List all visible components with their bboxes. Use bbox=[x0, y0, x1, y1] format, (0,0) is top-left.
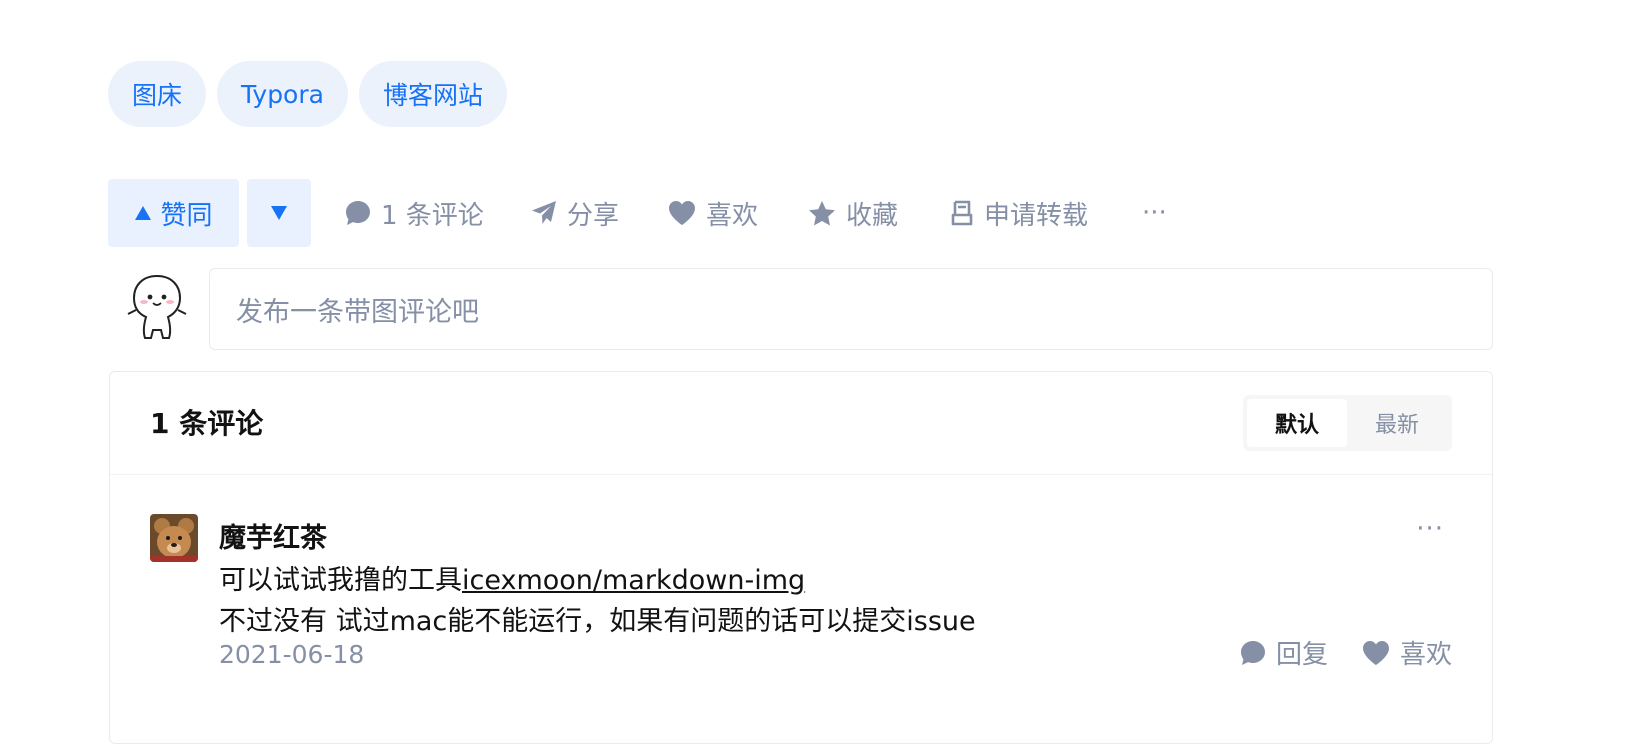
repost-button[interactable]: 申请转载 bbox=[950, 179, 1088, 247]
comment-date: 2021-06-18 bbox=[219, 640, 365, 669]
like-label: 喜欢 bbox=[706, 200, 759, 231]
star-icon bbox=[809, 200, 835, 225]
comment-text-prefix: 可以试试我撸的工具 bbox=[219, 565, 462, 596]
tag-image-hosting[interactable]: 图床 bbox=[108, 61, 207, 127]
collect-button[interactable]: 收藏 bbox=[808, 179, 898, 247]
share-label: 分享 bbox=[567, 200, 620, 231]
comment-bubble-icon bbox=[1240, 640, 1265, 665]
comment-reply-button[interactable]: 回复 bbox=[1240, 634, 1328, 671]
document-icon bbox=[951, 200, 973, 226]
comments-panel-header: 1 条评论 默认 最新 bbox=[110, 372, 1492, 475]
comment-sort-toggle: 默认 最新 bbox=[1243, 395, 1452, 451]
share-button[interactable]: 分享 bbox=[531, 179, 619, 247]
current-user-avatar bbox=[124, 272, 190, 344]
vote-down-button[interactable] bbox=[247, 179, 311, 247]
paper-plane-icon bbox=[532, 201, 556, 224]
triangle-down-icon bbox=[271, 206, 287, 220]
sort-latest-tab[interactable]: 最新 bbox=[1347, 399, 1447, 447]
comment-body: 可以试试我撸的工具icexmoon/markdown-img 不过没有 试过ma… bbox=[219, 560, 976, 642]
commenter-avatar[interactable] bbox=[150, 514, 198, 562]
triangle-up-icon bbox=[135, 206, 152, 220]
more-dots-icon: ··· bbox=[1142, 198, 1167, 228]
comment-like-button[interactable]: 喜欢 bbox=[1362, 634, 1452, 671]
like-button[interactable]: 喜欢 bbox=[668, 179, 758, 247]
comment-line-1: 可以试试我撸的工具icexmoon/markdown-img bbox=[219, 560, 976, 601]
comment-bubble-icon bbox=[346, 201, 370, 225]
heart-icon bbox=[1362, 640, 1389, 665]
action-bar: 赞同 1 条评论 分享 喜欢 收藏 申请转载 ··· bbox=[108, 179, 1208, 247]
vote-up-button[interactable]: 赞同 bbox=[108, 179, 239, 247]
comment-more-button[interactable]: ··· bbox=[1416, 514, 1444, 544]
comment-line-2: 不过没有 试过mac能不能运行，如果有问题的话可以提交issue bbox=[219, 606, 976, 637]
collect-label: 收藏 bbox=[846, 200, 899, 231]
vote-up-label: 赞同 bbox=[160, 200, 213, 231]
comment-repo-link[interactable]: icexmoon/markdown-img bbox=[462, 565, 805, 596]
comments-button[interactable]: 1 条评论 bbox=[345, 179, 484, 247]
more-actions-button[interactable]: ··· bbox=[1142, 179, 1167, 247]
comment-input-placeholder: 发布一条带图评论吧 bbox=[236, 296, 479, 328]
repost-label: 申请转载 bbox=[984, 200, 1089, 231]
comment-input[interactable]: 发布一条带图评论吧 bbox=[209, 268, 1493, 350]
comments-count-title: 1 条评论 bbox=[150, 407, 264, 440]
heart-icon bbox=[669, 201, 695, 225]
tag-blog-site[interactable]: 博客网站 bbox=[358, 61, 507, 127]
comments-label: 1 条评论 bbox=[381, 200, 484, 231]
tag-typora[interactable]: Typora bbox=[217, 61, 348, 127]
reply-label: 回复 bbox=[1275, 640, 1328, 670]
comment-like-label: 喜欢 bbox=[1399, 640, 1452, 670]
comments-panel: 1 条评论 默认 最新 魔芋红茶 ··· 可以试试我撸的工具icexmoon/m… bbox=[109, 371, 1493, 744]
comment-actions: 回复 喜欢 bbox=[1240, 634, 1452, 671]
sort-default-tab[interactable]: 默认 bbox=[1247, 399, 1347, 447]
comment-author[interactable]: 魔芋红茶 bbox=[219, 516, 327, 555]
topic-tags: 图床 Typora 博客网站 bbox=[108, 61, 507, 127]
